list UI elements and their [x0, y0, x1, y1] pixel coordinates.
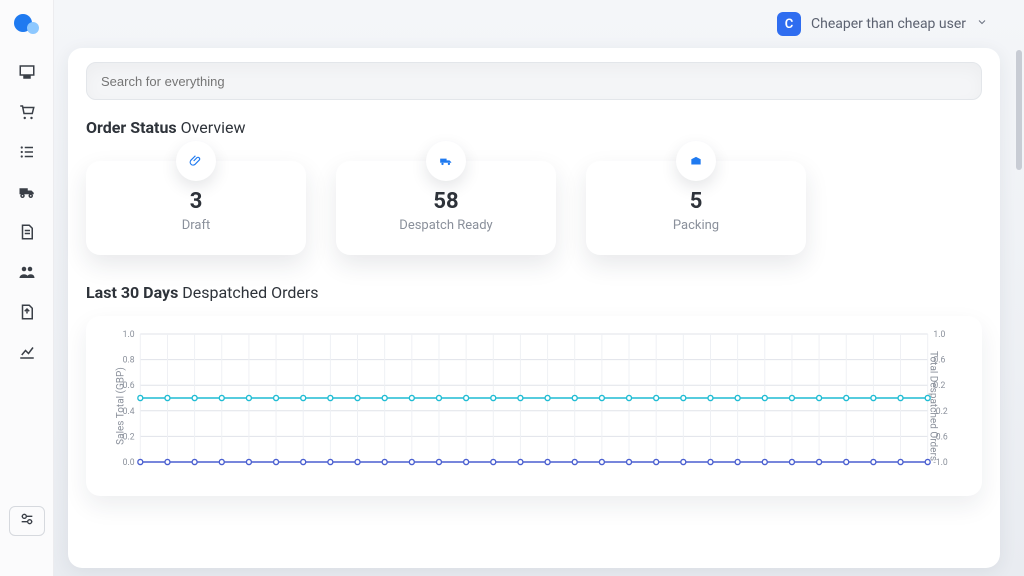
- status-card-label: Draft: [182, 218, 211, 233]
- settings-icon: [19, 511, 35, 531]
- status-card-label: Despatch Ready: [399, 218, 492, 233]
- truck-icon: [426, 141, 466, 181]
- svg-text:0.4: 0.4: [123, 407, 135, 417]
- user-avatar-badge[interactable]: C: [777, 12, 801, 36]
- chart-section-title: Last 30 Days Despatched Orders: [86, 283, 982, 302]
- svg-text:0.6: 0.6: [933, 355, 945, 365]
- order-status-title-bold: Order Status: [86, 118, 177, 137]
- chart-title-bold: Last 30 Days: [86, 283, 178, 302]
- status-card-count: 58: [433, 189, 458, 214]
- search-input[interactable]: [86, 62, 982, 100]
- svg-text:1.0: 1.0: [123, 330, 135, 340]
- svg-text:0.6: 0.6: [123, 381, 135, 391]
- report-icon: [18, 303, 36, 325]
- chart-container: Sales Total (GBP) Total Despatched Order…: [86, 316, 982, 496]
- order-status-title-rest: Overview: [181, 118, 246, 137]
- sidebar-item-users[interactable]: [7, 256, 47, 292]
- sidebar-item-documents[interactable]: [7, 216, 47, 252]
- svg-text:0.2: 0.2: [123, 432, 135, 442]
- cart-icon: [18, 103, 36, 125]
- svg-text:0.8: 0.8: [123, 355, 135, 365]
- sidebar-item-shipping[interactable]: [7, 176, 47, 212]
- order-status-title: Order Status Overview: [86, 118, 982, 137]
- sidebar-item-settings[interactable]: [9, 506, 45, 536]
- sidebar-item-reports[interactable]: [7, 296, 47, 332]
- svg-text:-0.2: -0.2: [933, 407, 947, 417]
- sidebar-item-lists[interactable]: [7, 136, 47, 172]
- document-icon: [18, 223, 36, 245]
- scrollbar[interactable]: [1016, 50, 1022, 566]
- main-area: C Cheaper than cheap user Order Status O…: [54, 0, 1014, 576]
- monitor-icon: [18, 63, 36, 85]
- truck-icon: [18, 183, 36, 205]
- sidebar-item-dashboard[interactable]: [7, 56, 47, 92]
- status-card-count: 3: [190, 189, 203, 214]
- svg-text:0.0: 0.0: [123, 458, 135, 468]
- content-card: Order Status Overview 3 Draft 58 Despatc…: [68, 48, 1000, 568]
- sidebar: [0, 0, 54, 576]
- chevron-down-icon[interactable]: [976, 16, 988, 32]
- chart-title-rest: Despatched Orders: [182, 283, 318, 302]
- svg-text:-0.6: -0.6: [933, 432, 947, 442]
- chart-canvas: 0.0 0.2 0.4 0.6 0.8 1.0 -1.0 -0.6 -0.2 0.2 0.6 1.0: [104, 330, 964, 470]
- topbar: C Cheaper than cheap user: [68, 0, 1000, 48]
- sidebar-item-analytics[interactable]: [7, 336, 47, 372]
- users-icon: [18, 263, 36, 285]
- order-status-cards: 3 Draft 58 Despatch Ready 5 Packing: [86, 161, 982, 255]
- sidebar-item-orders[interactable]: [7, 96, 47, 132]
- status-card-draft[interactable]: 3 Draft: [86, 161, 306, 255]
- svg-text:1.0: 1.0: [933, 330, 945, 340]
- list-icon: [18, 143, 36, 165]
- svg-text:-1.0: -1.0: [933, 458, 947, 468]
- svg-text:0.2: 0.2: [933, 381, 945, 391]
- chart-line-icon: [18, 343, 36, 365]
- status-card-count: 5: [690, 189, 703, 214]
- status-card-packing[interactable]: 5 Packing: [586, 161, 806, 255]
- paperclip-icon: [176, 141, 216, 181]
- box-icon: [676, 141, 716, 181]
- status-card-despatch-ready[interactable]: 58 Despatch Ready: [336, 161, 556, 255]
- app-logo-icon: [12, 12, 42, 38]
- user-name-label[interactable]: Cheaper than cheap user: [811, 16, 966, 32]
- status-card-label: Packing: [673, 218, 719, 233]
